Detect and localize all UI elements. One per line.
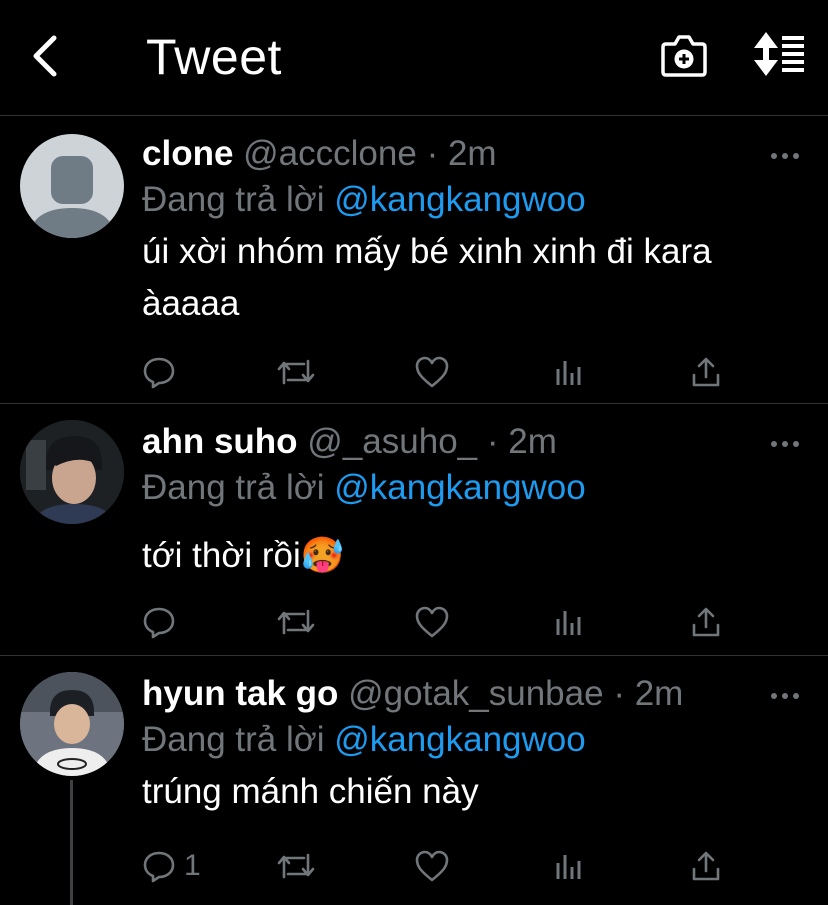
analytics-icon [556,611,581,635]
more-options-button[interactable] [770,686,800,706]
timestamp: 2m [508,422,557,461]
more-options-button[interactable] [770,146,800,166]
display-name[interactable]: hyun tak go [142,674,338,713]
timestamp: 2m [634,674,684,713]
heart-icon [415,850,449,882]
analytics-icon [556,855,581,879]
share-button[interactable] [690,602,722,642]
top-bar: Tweet [0,0,828,116]
tweet-actions: 1 [142,846,742,886]
share-button[interactable] [690,846,722,886]
heart-icon [415,356,449,388]
avatar[interactable] [20,134,124,238]
more-options-button[interactable] [770,434,800,454]
mention-link[interactable]: @kangkangwoo [334,468,586,507]
user-handle[interactable]: @gotak_sunbae [348,674,603,713]
like-button[interactable] [414,846,450,886]
retweet-button[interactable] [276,352,316,392]
sort-icon [754,32,804,76]
analytics-button[interactable] [554,846,584,886]
mention-link[interactable]: @kangkangwoo [334,180,586,219]
analytics-button[interactable] [554,602,584,642]
reply-icon [143,851,175,883]
reply-icon [143,607,175,639]
tweet-item[interactable]: ahn suho @_asuho_ · 2m Đang trả lời @kan… [0,404,828,656]
reply-button[interactable] [142,352,184,392]
heart-icon [415,606,449,638]
default-avatar-icon [28,156,116,238]
timestamp: 2m [447,134,497,173]
replying-to-label: Đang trả lời [142,180,325,219]
reply-button[interactable]: 1 [142,846,201,886]
like-button[interactable] [414,602,450,642]
separator-dot: · [486,422,499,461]
user-handle[interactable]: @accclone [243,134,417,173]
retweet-button[interactable] [276,602,316,642]
share-icon [692,851,720,881]
reply-button[interactable] [142,602,184,642]
reply-icon [143,357,175,389]
avatar[interactable] [20,420,124,524]
tweet-actions [142,352,742,392]
retweet-icon [277,853,315,879]
reply-count: 1 [184,849,201,882]
tweet-text: úi xời nhóm mấy bé xinh xinh đi kara àaa… [142,232,712,323]
replying-to: Đang trả lời @kangkangwoo [142,178,808,222]
more-dots-icon [771,441,799,447]
retweet-icon [277,359,315,385]
tweet-actions [142,602,742,642]
analytics-icon [556,361,581,385]
tweet-header: hyun tak go @gotak_sunbae · 2m [142,672,808,716]
separator-dot: · [426,134,439,173]
camera-button[interactable] [660,32,708,78]
separator-dot: · [613,674,625,713]
back-button[interactable] [26,30,66,82]
sort-button[interactable] [752,30,806,78]
replying-to-label: Đang trả lời [142,468,325,507]
tweet-item[interactable]: hyun tak go @gotak_sunbae · 2m Đang trả … [0,656,828,905]
like-button[interactable] [414,352,450,392]
user-handle[interactable]: @_asuho_ [307,422,477,461]
avatar[interactable] [20,672,124,776]
mention-link[interactable]: @kangkangwoo [334,720,586,759]
more-dots-icon [771,153,799,159]
thread-connector-line [70,780,73,905]
replying-to: Đang trả lời @kangkangwoo [142,718,808,762]
tweet-item[interactable]: clone @accclone · 2m Đang trả lời @kangk… [0,116,828,404]
retweet-icon [277,609,315,635]
page-title: Tweet [146,29,282,85]
display-name[interactable]: clone [142,134,233,173]
profile-photo-icon [20,420,124,524]
analytics-button[interactable] [554,352,584,392]
share-icon [692,357,720,387]
replying-to: Đang trả lời @kangkangwoo [142,466,808,510]
share-icon [692,607,720,637]
retweet-button[interactable] [276,846,316,886]
camera-plus-icon [661,35,707,77]
profile-photo-icon [20,672,124,776]
chevron-left-icon [33,35,57,77]
tweet-header: clone @accclone · 2m [142,132,808,176]
display-name[interactable]: ahn suho [142,422,298,461]
more-dots-icon [771,693,799,699]
tweet-header: ahn suho @_asuho_ · 2m [142,420,808,464]
share-button[interactable] [690,352,722,392]
tweet-text: tới thời rồi🥵 [142,536,345,575]
tweet-text: trúng mánh chiến này [142,772,479,811]
replying-to-label: Đang trả lời [142,720,325,759]
